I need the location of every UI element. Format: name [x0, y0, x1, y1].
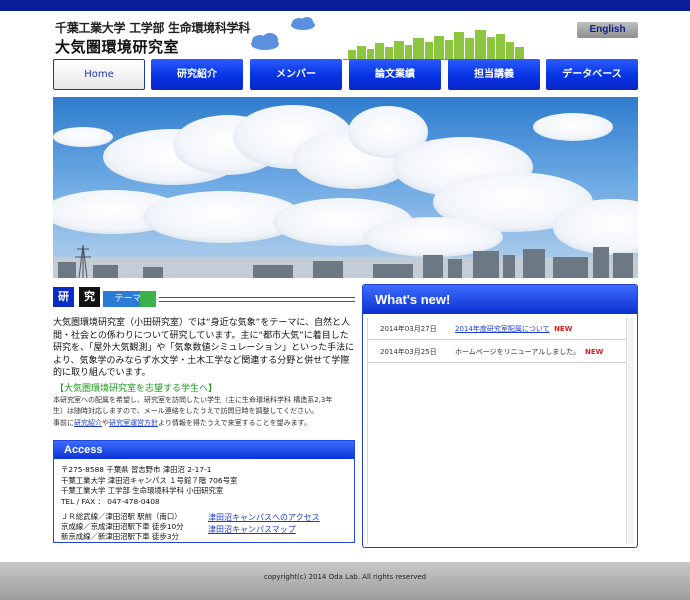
recruit-line-3-suffix: より情報を得たうえで来室することを望みます。	[158, 418, 311, 427]
recruit-line-3: 事前に研究紹介や研究室運営方針より情報を得たうえで来室することを望みます。	[53, 418, 355, 429]
research-intro-link[interactable]: 研究紹介	[74, 419, 102, 427]
theme-divider-line-2	[159, 301, 355, 302]
recruit-line-1: 本研究室への配属を希望し、研究室を訪問したい学生（主に生命環境科学科 構造系2,…	[53, 396, 333, 404]
nav-item-database[interactable]: データベース	[546, 59, 638, 90]
recruit-line-3-mid: や	[102, 418, 109, 427]
theme-kanji-kyu: 究	[79, 287, 100, 307]
recruit-paragraph: 本研究室への配属を希望し、研究室を訪問したい学生（主に生命環境科学科 構造系2,…	[53, 395, 355, 429]
nav-item-members[interactable]: メンバー	[250, 59, 342, 90]
new-badge: NEW	[554, 325, 573, 333]
research-theme-heading: 研 究 テーマ	[53, 287, 355, 311]
access-address: 〒275-8588 千葉県 習志野市 津田沼 2-17-1 千葉工業大学 津田沼…	[61, 465, 237, 507]
route-line: 京成線／京成津田沼駅下車 徒歩10分	[61, 522, 184, 531]
site-header: 千葉工業大学 工学部 生命環境科学科 大気圏環境研究室 English	[53, 14, 638, 60]
nav-item-publications[interactable]: 論文業績	[349, 59, 441, 90]
recruit-line-2: 生）は随時対応しますので、メール連絡をしたうえで訪問日時を調整してください。	[53, 407, 319, 416]
access-links: 津田沼キャンパスへのアクセス 津田沼キャンパスマップ	[208, 512, 320, 535]
news-item: 2014年03月25日 ホームページをリニューアルしました。 NEW	[368, 341, 626, 363]
access-heading: Access	[54, 441, 354, 459]
news-title-link[interactable]: 2014年度研究室配属について	[455, 318, 550, 340]
top-strip	[0, 0, 690, 11]
main-navigation: Home 研究紹介 メンバー 論文業績 担当講義 データベース	[53, 59, 638, 90]
whats-new-panel: What's new! 2014年03月27日 2014年度研究室配属について …	[362, 284, 638, 548]
new-badge: NEW	[585, 348, 604, 356]
hero-sky-image	[53, 97, 638, 278]
site-subtitle: 千葉工業大学 工学部 生命環境科学科	[55, 21, 250, 35]
theme-tail-text: テーマ	[114, 294, 142, 304]
news-title: ホームページをリニューアルしました。	[455, 348, 581, 356]
whats-new-heading: What's new!	[363, 285, 637, 314]
address-line: 千葉工業大学 津田沼キャンパス １号館７階 706号室	[61, 475, 238, 485]
news-item: 2014年03月27日 2014年度研究室配属について NEW	[368, 318, 626, 340]
address-line: TEL / FAX ： 047-478-0408	[61, 496, 160, 506]
page-footer: copyright(c) 2014 Oda Lab. All rights re…	[0, 562, 690, 600]
nav-item-home[interactable]: Home	[53, 59, 145, 90]
recruit-line-3-prefix: 事前に	[53, 418, 74, 427]
english-language-button[interactable]: English	[577, 22, 638, 38]
theme-green-accent	[140, 291, 156, 307]
address-line: 千葉工業大学 工学部 生命環境科学科 小田研究室	[61, 486, 224, 495]
news-date: 2014年03月27日	[380, 325, 437, 333]
theme-divider-line-1	[159, 297, 355, 298]
news-list: 2014年03月27日 2014年度研究室配属について NEW 2014年03月…	[367, 318, 627, 544]
access-panel: Access 〒275-8588 千葉県 習志野市 津田沼 2-17-1 千葉工…	[53, 440, 355, 543]
nav-item-lectures[interactable]: 担当講義	[448, 59, 540, 90]
intro-paragraph: 大気圏環境研究室（小田研究室）では“身近な気象”をテーマに、自然と人間・社会との…	[53, 318, 355, 378]
address-line: 〒275-8588 千葉県 習志野市 津田沼 2-17-1	[61, 465, 212, 474]
cloud-icon-top	[291, 17, 315, 30]
site-title[interactable]: 大気圏環境研究室	[55, 36, 179, 57]
campus-access-link[interactable]: 津田沼キャンパスへのアクセス	[208, 512, 320, 524]
campus-map-link[interactable]: 津田沼キャンパスマップ	[208, 524, 320, 536]
news-date: 2014年03月25日	[380, 348, 437, 356]
building-silhouette-icon	[348, 30, 524, 60]
theme-kanji-ken: 研	[53, 287, 74, 307]
recruit-heading: 【大気圏環境研究室を志望する学生へ】	[55, 384, 218, 394]
route-line: 新京成線／新津田沼駅下車 徒歩3分	[61, 532, 179, 541]
header-skyline-illustration	[251, 17, 539, 60]
route-line: ＪＲ総武線／津田沼駅 駅前（南口）	[61, 512, 182, 521]
nav-item-research[interactable]: 研究紹介	[151, 59, 243, 90]
lab-policy-link[interactable]: 研究室運営方針	[109, 419, 158, 427]
news-scrollbar[interactable]	[628, 318, 634, 544]
copyright-text: copyright(c) 2014 Oda Lab. All rights re…	[263, 573, 427, 581]
access-routes: ＪＲ総武線／津田沼駅 駅前（南口） 京成線／京成津田沼駅下車 徒歩10分 新京成…	[61, 512, 184, 542]
cloud-icon-left	[251, 33, 279, 50]
